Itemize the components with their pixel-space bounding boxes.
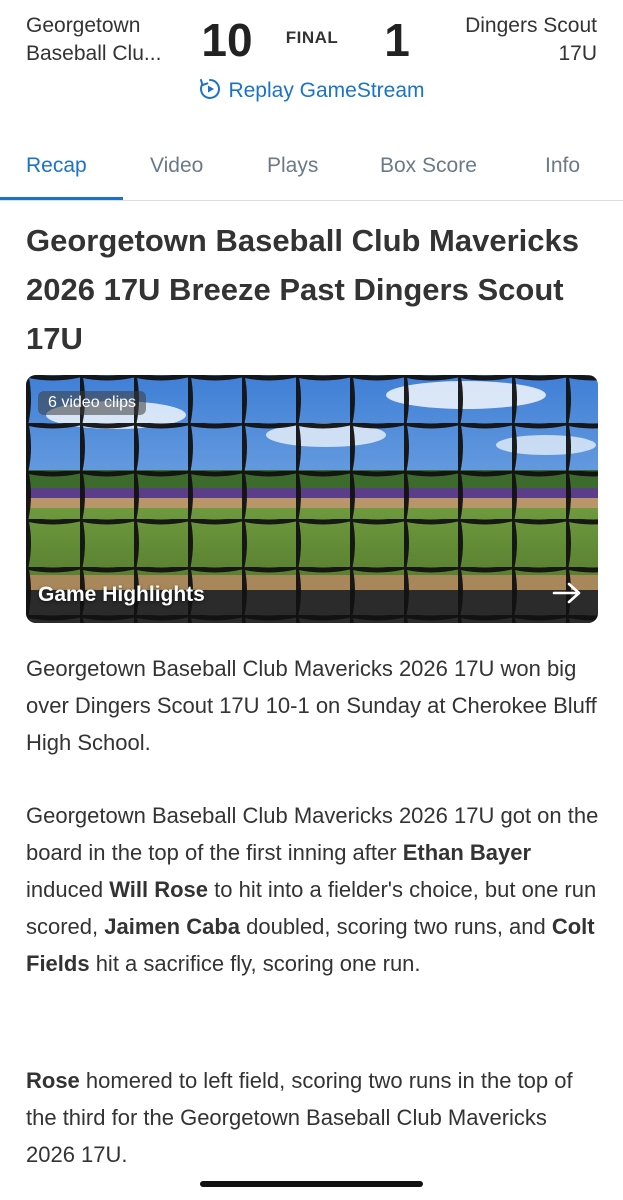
tab-plays[interactable]: Plays xyxy=(267,154,318,178)
recap-paragraph-3: Rose homered to left field, scoring two … xyxy=(26,1062,601,1173)
replay-gamestream-link[interactable]: Replay GameStream xyxy=(0,77,623,103)
player-name-jaimen-caba: Jaimen Caba xyxy=(104,914,240,939)
para2-text-5: hit a sacrifice fly, scoring one run. xyxy=(89,951,421,976)
tab-bar: Recap Video Plays Box Score Info xyxy=(0,138,623,201)
active-tab-indicator xyxy=(0,197,123,200)
recap-paragraph-2: Georgetown Baseball Club Mavericks 2026 … xyxy=(26,797,601,982)
article-headline: Georgetown Baseball Club Mavericks 2026 … xyxy=(26,223,580,356)
game-status: FINAL xyxy=(285,28,339,47)
para2-text-2: induced xyxy=(26,877,110,902)
away-score: 1 xyxy=(384,14,410,66)
away-team-line1: Dingers Scout xyxy=(465,14,597,37)
player-name-rose: Rose xyxy=(26,1068,80,1093)
recap-paragraph-1: Georgetown Baseball Club Mavericks 2026 … xyxy=(26,656,597,755)
para3-text-1: homered to left field, scoring two runs … xyxy=(26,1068,573,1167)
replay-label: Replay GameStream xyxy=(228,79,425,102)
tab-box-score[interactable]: Box Score xyxy=(380,154,477,178)
home-team-line2: Baseball Clu... xyxy=(26,42,162,65)
away-team-name[interactable]: Dingers Scout 17U xyxy=(427,12,597,68)
tab-video[interactable]: Video xyxy=(150,154,203,178)
game-highlights-card[interactable]: 6 video clips Game Highlights xyxy=(26,375,598,623)
player-name-ethan-bayer: Ethan Bayer xyxy=(402,840,532,865)
away-team-line2: 17U xyxy=(558,42,597,65)
scoreboard: Georgetown Baseball Clu... 10 FINAL 1 Di… xyxy=(0,0,623,118)
replay-icon xyxy=(200,79,221,99)
home-indicator[interactable] xyxy=(200,1181,423,1187)
home-team-line1: Georgetown xyxy=(26,14,141,37)
tab-recap[interactable]: Recap xyxy=(26,154,87,178)
para2-text-4: doubled, scoring two runs, and xyxy=(240,914,552,939)
home-team-name[interactable]: Georgetown Baseball Clu... xyxy=(26,12,196,68)
home-score: 10 xyxy=(201,14,253,66)
video-clips-badge: 6 video clips xyxy=(38,391,147,415)
tab-info[interactable]: Info xyxy=(545,154,580,178)
arrow-right-icon[interactable] xyxy=(552,581,582,605)
highlights-title: Game Highlights xyxy=(38,583,205,606)
player-name-will-rose: Will Rose xyxy=(109,877,209,902)
